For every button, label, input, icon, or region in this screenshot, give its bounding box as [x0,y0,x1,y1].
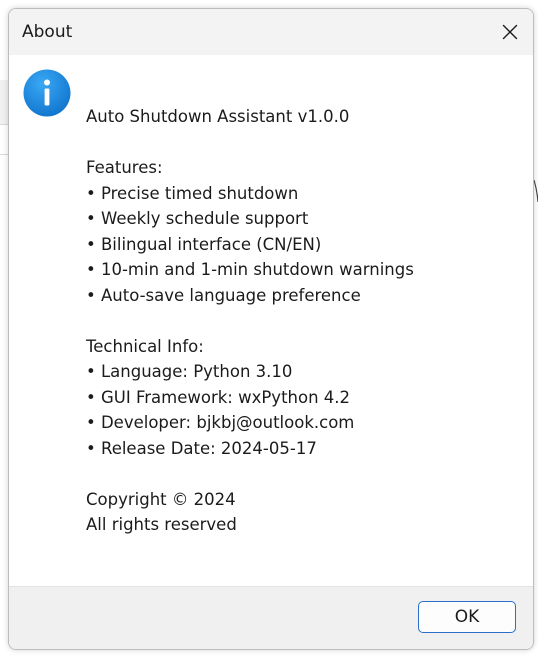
close-icon [502,24,518,40]
feature-item: • Bilingual interface (CN/EN) [86,234,322,254]
features-heading: Features: [86,158,163,177]
about-dialog: About Auto Shutdown Assistant v1.0.0 Fea… [8,8,534,650]
info-icon [23,69,71,117]
tech-item: • Release Date: 2024-05-17 [86,438,317,458]
feature-item: • 10-min and 1-min shutdown warnings [86,260,414,279]
background-window-strip [0,80,8,125]
dialog-footer: OK [9,586,533,649]
background-divider [0,154,8,155]
about-message: Auto Shutdown Assistant v1.0.0 Features:… [86,104,516,538]
tech-item: • Developer: bjkbj@outlook.com [86,413,355,432]
title-bar: About [9,9,533,55]
close-button[interactable] [487,9,533,55]
rights-text: All rights reserved [86,515,237,534]
window-title: About [22,22,73,42]
tech-item: • Language: Python 3.10 [86,362,293,381]
background-curve [534,180,538,202]
feature-item: • Weekly schedule support [86,209,309,228]
feature-item: • Precise timed shutdown [86,183,299,203]
dialog-content: Auto Shutdown Assistant v1.0.0 Features:… [9,55,533,587]
tech-heading: Technical Info: [86,336,204,356]
copyright-text: Copyright © 2024 [86,489,236,509]
app-name-text: Auto Shutdown Assistant v1.0.0 [86,107,350,126]
ok-button[interactable]: OK [418,601,516,633]
feature-item: • Auto-save language preference [86,285,361,305]
tech-item: • GUI Framework: wxPython 4.2 [86,387,351,407]
